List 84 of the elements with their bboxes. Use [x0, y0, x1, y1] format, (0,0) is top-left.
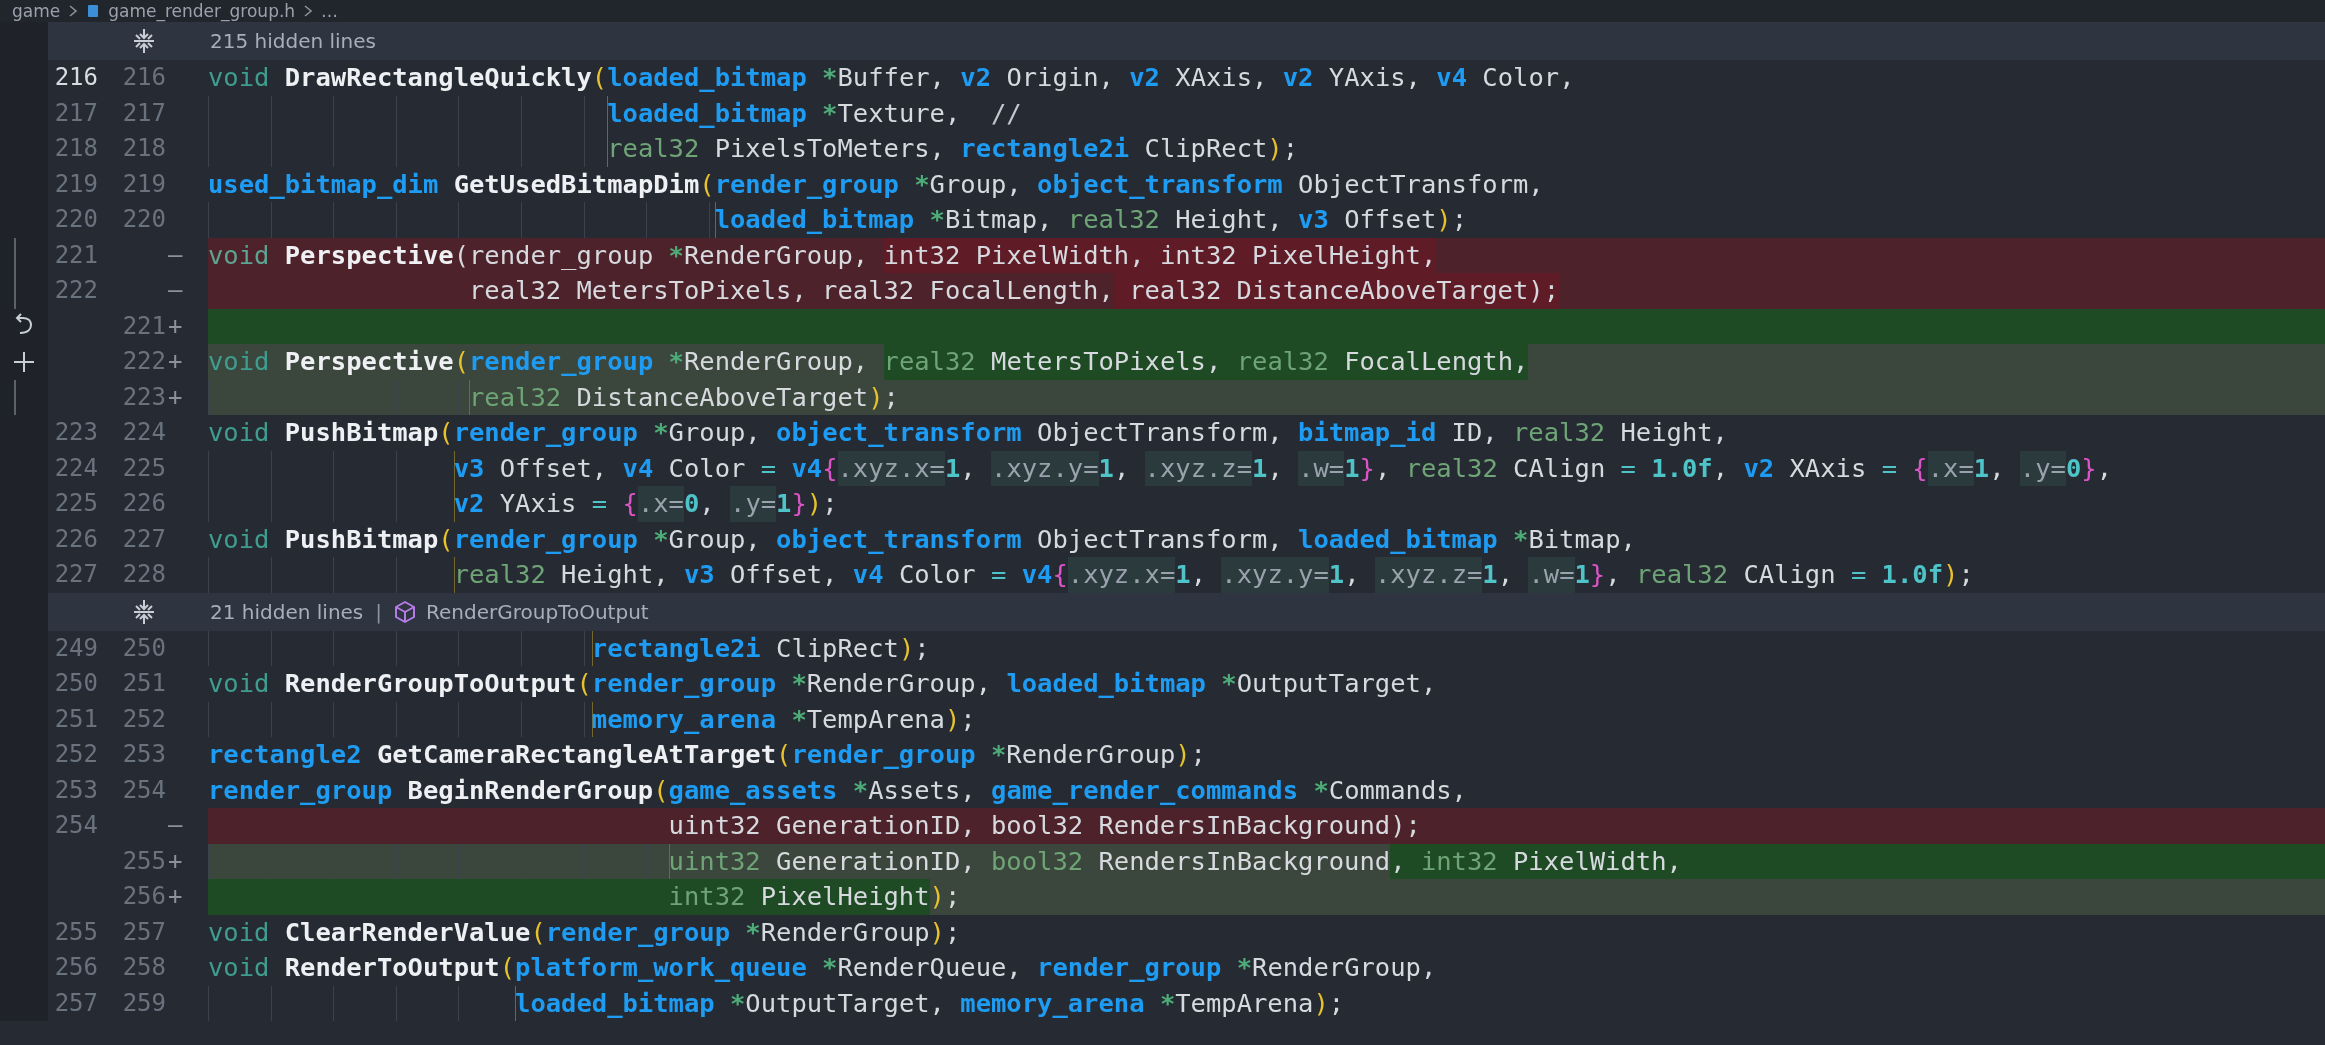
line-number: 253: [54, 775, 98, 804]
code-line: used_bitmap_dim GetUsedBitmapDim(render_group *Group, object_transform ObjectTransform,: [208, 167, 1545, 201]
diff-sign: —: [168, 811, 183, 839]
code-line: void RenderGroupToOutput(render_group *RenderGroup, loaded_bitmap *OutputTarget,: [208, 667, 1438, 700]
unfold-icon[interactable]: [131, 598, 157, 625]
diff-sign: +: [168, 882, 183, 910]
line-number: 224: [122, 418, 166, 446]
line-number: 226: [54, 524, 98, 553]
diff-sign: —: [168, 240, 183, 269]
hidden-lines-link[interactable]: 21 hidden lines: [210, 599, 364, 624]
line-number: 217: [122, 98, 166, 127]
line-number: 224: [54, 453, 98, 482]
line-number: 252: [54, 740, 98, 768]
line-number: 226: [122, 489, 166, 517]
chevron-icon: [68, 4, 79, 18]
line-number: 221: [54, 240, 98, 269]
code-line: void PushBitmap(render_group *Group, object_transform ObjectTransform, bitmap_id ID, real32 Height,: [208, 416, 1729, 449]
code-line: v2 YAxis = {.x=0, .y=1});: [208, 486, 2325, 522]
line-number: 250: [54, 669, 98, 697]
line-number: 221: [122, 311, 166, 340]
line-number: 257: [54, 988, 98, 1017]
diff-sign: +: [168, 382, 183, 411]
code-line: real32 Height, v3 Offset, v4 Color = v4{.xyz.x=1, .xyz.y=1, .xyz.z=1, .w=1}, real32 CAlign = 1.0f);: [208, 557, 2325, 593]
line-number: 257: [122, 917, 166, 946]
line-number: 255: [54, 917, 98, 946]
line-number: 222: [122, 347, 166, 375]
code-line: void PushBitmap(render_group *Group, object_transform ObjectTransform, loaded_bitmap *Bitmap,: [208, 522, 1637, 556]
line-number: 219: [54, 169, 98, 198]
line-number: 259: [122, 988, 166, 1017]
symbol-link[interactable]: RenderGroupToOutput: [426, 599, 649, 624]
line-number: 223: [54, 418, 98, 446]
separator: |: [375, 599, 383, 624]
line-number: 223: [122, 382, 166, 411]
diff-sign: +: [168, 846, 183, 875]
line-number: 216: [122, 63, 166, 91]
line-number: 217: [54, 98, 98, 127]
breadcrumb-item[interactable]: game: [12, 0, 61, 22]
line-number: 220: [122, 205, 166, 233]
line-number: 218: [54, 134, 98, 162]
line-number: 258: [122, 953, 166, 981]
diff-sign: —: [168, 276, 183, 304]
code-line: loaded_bitmap *Texture, //: [208, 95, 2325, 131]
line-number: 251: [54, 704, 98, 733]
diff-sign: +: [168, 311, 183, 340]
code-line: loaded_bitmap *OutputTarget, memory_arena *TempArena);: [208, 985, 2325, 1021]
code-line: loaded_bitmap *Bitmap, real32 Height, v3 Offset);: [208, 202, 2325, 238]
code-line: v3 Offset, v4 Color = v4{.xyz.x=1, .xyz.y=1, .xyz.z=1, .w=1}, real32 CAlign = 1.0f, v2 XAxis = {.x=1, .y=0},: [208, 450, 2325, 486]
line-number: 227: [122, 524, 166, 553]
line-number: 252: [122, 704, 166, 733]
line-number: 249: [54, 633, 98, 662]
code-line: void DrawRectangleQuickly(loaded_bitmap *Buffer, v2 Origin, v2 XAxis, v2 YAxis, v4 Color,: [208, 61, 1576, 94]
line-number: 255: [122, 846, 166, 875]
line-number: 254: [54, 811, 98, 839]
line-number: 227: [54, 560, 98, 588]
code-line: memory_arena *TempArena);: [208, 701, 2325, 737]
file-icon: [86, 3, 101, 19]
code-line: void ClearRenderValue(render_group *RenderGroup);: [208, 915, 962, 949]
hidden-lines-link[interactable]: 215 hidden lines: [210, 29, 376, 53]
line-number: 219: [122, 169, 166, 198]
unfold-icon[interactable]: [131, 28, 157, 54]
line-number: 225: [54, 489, 98, 517]
line-number: 250: [122, 633, 166, 662]
line-number: 225: [122, 453, 166, 482]
line-number: 228: [122, 560, 166, 588]
line-number: 222: [54, 276, 98, 304]
diff-sign: +: [168, 347, 183, 375]
breadcrumb-item[interactable]: game_render_group.h: [108, 0, 296, 22]
line-number: 220: [54, 205, 98, 233]
line-number: 254: [122, 775, 166, 804]
code-line: real32 PixelsToMeters, rectangle2i ClipRect);: [208, 131, 2325, 167]
line-number: 251: [122, 669, 166, 697]
code-line: rectangle2i ClipRect);: [208, 630, 2325, 666]
cube-icon: [394, 599, 417, 624]
more-link[interactable]: …: [321, 0, 339, 22]
line-number: 256: [122, 882, 166, 910]
line-number: 256: [54, 953, 98, 981]
plus-icon[interactable]: [12, 349, 36, 374]
line-number: 216: [54, 63, 98, 91]
chevron-icon: [303, 4, 314, 18]
line-number: 218: [122, 134, 166, 162]
line-number: 253: [122, 740, 166, 768]
code-line: void RenderToOutput(platform_work_queue *RenderQueue, render_group *RenderGroup,: [208, 951, 1438, 984]
code-line: render_group BeginRenderGroup(game_assets *Assets, game_render_commands *Commands,: [208, 773, 1468, 807]
code-line: rectangle2 GetCameraRectangleAtTarget(render_group *RenderGroup);: [208, 738, 1207, 771]
